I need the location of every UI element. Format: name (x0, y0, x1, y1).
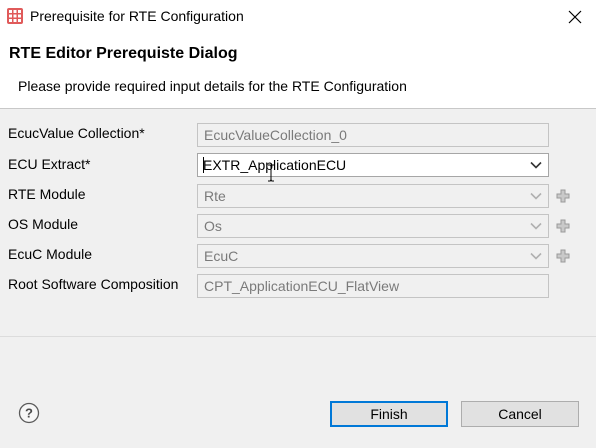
ecu-extract-label: ECU Extract* (8, 156, 91, 172)
chevron-down-icon (530, 192, 542, 200)
rte-module-label: RTE Module (8, 186, 86, 202)
ecuc-value-collection-label: EcucValue Collection* (8, 125, 145, 141)
root-composition-field: CPT_ApplicationECU_FlatView (197, 274, 549, 298)
cancel-button[interactable]: Cancel (461, 401, 579, 427)
add-rte-module-icon[interactable] (556, 189, 570, 203)
os-module-select: Os (197, 214, 549, 238)
chevron-down-icon (530, 222, 542, 230)
help-icon[interactable]: ? (18, 402, 40, 424)
chevron-down-icon (530, 252, 542, 260)
add-ecuc-module-icon[interactable] (556, 249, 570, 263)
ecuc-value-collection-field: EcucValueCollection_0 (197, 123, 549, 147)
close-button[interactable] (560, 2, 590, 32)
ecu-extract-select[interactable]: EXTR_ApplicationECU (197, 153, 549, 177)
os-module-value: Os (204, 218, 222, 234)
grid-app-icon (7, 8, 23, 24)
finish-button[interactable]: Finish (330, 401, 448, 427)
dialog-header: RTE Editor Prerequiste Dialog Please pro… (0, 34, 596, 108)
root-composition-value: CPT_ApplicationECU_FlatView (204, 278, 400, 294)
root-composition-label: Root Software Composition (8, 276, 179, 292)
add-os-module-icon[interactable] (556, 219, 570, 233)
close-icon (568, 10, 582, 24)
header-divider (0, 108, 596, 109)
window-title: Prerequisite for RTE Configuration (30, 8, 244, 24)
ecuc-value-collection-value: EcucValueCollection_0 (204, 127, 347, 143)
ecuc-module-label: EcuC Module (8, 246, 93, 262)
os-module-label: OS Module (8, 216, 79, 232)
svg-text:?: ? (25, 406, 33, 421)
dialog-heading: RTE Editor Prerequiste Dialog (9, 45, 238, 62)
rte-module-select: Rte (197, 184, 549, 208)
text-caret (203, 157, 204, 173)
rte-module-value: Rte (204, 188, 226, 204)
ecuc-module-select: EcuC (197, 244, 549, 268)
dialog-message: Please provide required input details fo… (18, 78, 407, 94)
button-bar-divider (0, 336, 596, 337)
chevron-down-icon[interactable] (530, 161, 542, 169)
ibeam-cursor-icon (268, 164, 274, 182)
ecuc-module-value: EcuC (204, 248, 239, 264)
title-bar: Prerequisite for RTE Configuration (0, 0, 596, 34)
